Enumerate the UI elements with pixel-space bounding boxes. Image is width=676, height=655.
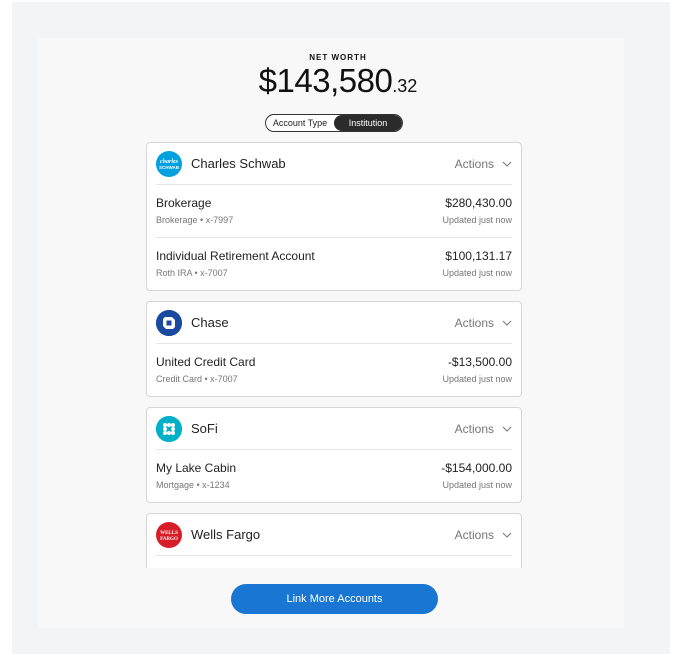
institutions-list[interactable]: charles SCHWAB Charles Schwab Actions Br…	[146, 142, 522, 568]
account-name: United Credit Card	[156, 355, 256, 369]
institution-header: WELLS FARGO Wells Fargo Actions	[156, 514, 512, 556]
actions-label: Actions	[454, 315, 494, 330]
chevron-down-icon	[502, 158, 512, 170]
account-balance: -$154,000.00	[441, 461, 512, 475]
sofi-logo-icon	[156, 415, 182, 442]
svg-text:WELLS: WELLS	[160, 531, 178, 536]
chase-logo-icon	[156, 309, 182, 336]
account-row[interactable]: My Lake Cabin Mortgage • x-1234 -$154,00…	[156, 450, 512, 502]
toggle-institution[interactable]: Institution	[334, 115, 402, 131]
institution-card-chase: Chase Actions United Credit Card Credit …	[146, 301, 522, 397]
toggle-account-type[interactable]: Account Type	[266, 115, 334, 131]
actions-dropdown[interactable]: Actions	[455, 157, 512, 171]
institution-header: Chase Actions	[156, 302, 512, 344]
account-subtitle: Mortgage • x-1234	[156, 480, 230, 490]
account-updated: Updated just now	[442, 480, 512, 490]
account-name: Individual Retirement Account	[156, 249, 315, 263]
svg-text:FARGO: FARGO	[160, 537, 178, 542]
account-name: Brokerage	[156, 196, 212, 210]
account-subtitle: Brokerage • x-7997	[156, 215, 234, 225]
institution-name: SoFi	[191, 421, 218, 436]
account-row[interactable]: Brokerage Brokerage • x-7997 $280,430.00…	[156, 185, 512, 238]
net-worth-dollars: $143,580	[258, 62, 393, 99]
chevron-down-icon	[502, 317, 512, 329]
actions-label: Actions	[454, 527, 494, 542]
chevron-down-icon	[502, 529, 512, 541]
svg-text:SCHWAB: SCHWAB	[159, 165, 180, 170]
institution-card-sofi: SoFi Actions My Lake Cabin Mortgage • x-…	[146, 407, 522, 503]
actions-dropdown[interactable]: Actions	[455, 528, 512, 542]
institution-card-wells-fargo: WELLS FARGO Wells Fargo Actions	[146, 513, 522, 568]
account-subtitle: Credit Card • x-7007	[156, 374, 238, 384]
actions-label: Actions	[454, 156, 494, 171]
account-balance: $100,131.17	[445, 249, 512, 263]
account-updated: Updated just now	[442, 268, 512, 278]
institution-name: Charles Schwab	[191, 156, 286, 171]
charles-schwab-logo-icon: charles SCHWAB	[156, 150, 182, 177]
account-name: My Lake Cabin	[156, 461, 237, 475]
wells-fargo-logo-icon: WELLS FARGO	[156, 521, 182, 548]
net-worth-value: $143,580.32	[0, 62, 676, 100]
chevron-down-icon	[502, 423, 512, 435]
account-updated: Updated just now	[442, 374, 512, 384]
net-worth-cents: .32	[392, 76, 418, 96]
link-more-accounts-button[interactable]: Link More Accounts	[231, 584, 438, 614]
institution-name: Wells Fargo	[191, 527, 261, 542]
institution-name: Chase	[191, 315, 229, 330]
actions-label: Actions	[454, 421, 494, 436]
view-toggle: Account Type Institution	[265, 114, 403, 132]
account-updated: Updated just now	[442, 215, 512, 225]
institution-header: SoFi Actions	[156, 408, 512, 450]
account-row[interactable]: United Credit Card Credit Card • x-7007 …	[156, 344, 512, 396]
account-subtitle: Roth IRA • x-7007	[156, 268, 228, 278]
institution-card-charles-schwab: charles SCHWAB Charles Schwab Actions Br…	[146, 142, 522, 291]
actions-dropdown[interactable]: Actions	[455, 422, 512, 436]
account-balance: -$13,500.00	[447, 355, 512, 369]
net-worth-label: NET WORTH	[309, 53, 367, 62]
account-balance: $280,430.00	[445, 196, 512, 210]
account-row[interactable]: Individual Retirement Account Roth IRA •…	[156, 238, 512, 290]
institution-header: charles SCHWAB Charles Schwab Actions	[156, 143, 512, 185]
actions-dropdown[interactable]: Actions	[455, 316, 512, 330]
